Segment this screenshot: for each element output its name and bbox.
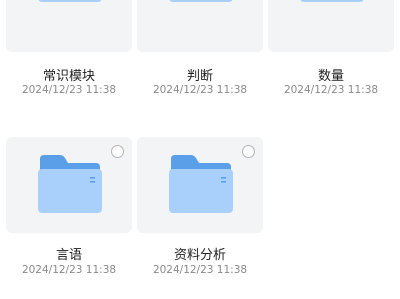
folder-name: 常识模块 [42,69,95,84]
folder-date: 2024/12/23 11:38 [152,84,248,96]
folder-icon [300,0,364,2]
folder-item[interactable]: 常识模块 2024/12/23 11:38 [6,0,132,140]
folder-item[interactable]: 言语 2024/12/23 11:38 [6,137,132,277]
folder-name: 资料分析 [173,248,226,263]
folder-tile[interactable] [137,0,263,52]
folder-grid: 常识模块 2024/12/23 11:38 判断 2024/12/23 11:3… [0,0,400,299]
folder-item[interactable]: 资料分析 2024/12/23 11:38 [137,137,263,277]
folder-tile[interactable] [268,0,394,52]
folder-name: 言语 [55,248,82,263]
folder-date: 2024/12/23 11:38 [152,264,248,276]
folder-tile[interactable] [6,0,132,52]
folder-date: 2024/12/23 11:38 [21,84,117,96]
folder-date: 2024/12/23 11:38 [283,84,379,96]
folder-icon [38,155,102,213]
select-radio-icon[interactable] [111,145,124,158]
folder-date: 2024/12/23 11:38 [21,264,117,276]
folder-name: 数量 [317,69,344,84]
folder-item[interactable]: 判断 2024/12/23 11:38 [137,0,263,140]
folder-name: 判断 [186,69,213,84]
folder-icon [38,0,102,2]
folder-tile[interactable] [6,137,132,233]
folder-item[interactable]: 数量 2024/12/23 11:38 [268,0,394,140]
select-radio-icon[interactable] [242,145,255,158]
folder-icon [169,0,233,2]
folder-tile[interactable] [137,137,263,233]
folder-icon [169,155,233,213]
